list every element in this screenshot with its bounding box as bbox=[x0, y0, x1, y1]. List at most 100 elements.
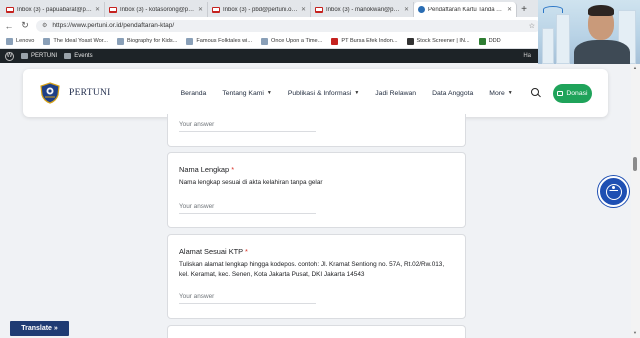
bookmark-item[interactable]: Lenovo bbox=[6, 37, 35, 45]
nav-data-anggota[interactable]: Data Anggota bbox=[432, 90, 473, 97]
wp-site-label: PERTUNI bbox=[31, 53, 58, 59]
nav-label: More bbox=[489, 89, 505, 97]
event-logo bbox=[541, 6, 565, 20]
wallet-icon bbox=[557, 90, 564, 96]
back-icon[interactable]: ← bbox=[4, 21, 14, 31]
bookmark-label: The Ideal Yoast Wor... bbox=[53, 38, 108, 44]
bookmark-item[interactable]: Biography for Kids... bbox=[117, 37, 177, 45]
wp-greeting[interactable]: Ha bbox=[523, 53, 531, 59]
bookmark-item[interactable]: Once Upon a Time... bbox=[261, 37, 323, 45]
bookmark-item[interactable]: The Ideal Yoast Wor... bbox=[43, 37, 108, 45]
tab-title: Inbox (3) - pbd@pertuni.or.id bbox=[223, 6, 298, 13]
close-icon[interactable]: ✕ bbox=[198, 6, 203, 13]
form-question-card bbox=[167, 325, 466, 338]
site-info-icon[interactable]: ⚙ bbox=[42, 22, 47, 29]
scrollbar-track[interactable] bbox=[631, 63, 640, 338]
answer-placeholder: Your answer bbox=[179, 203, 215, 210]
bookmark-star-icon[interactable]: ☆ bbox=[529, 22, 535, 30]
question-title: Nama Lengkap * bbox=[179, 165, 234, 174]
answer-input[interactable]: Your answer bbox=[179, 121, 316, 132]
alamat-input[interactable]: Your answer bbox=[179, 293, 316, 304]
site-icon bbox=[186, 37, 194, 45]
translate-button[interactable]: Translate » bbox=[10, 321, 69, 336]
site-icon bbox=[331, 37, 339, 45]
accessibility-icon bbox=[605, 183, 622, 200]
nama-lengkap-input[interactable]: Your answer bbox=[179, 203, 316, 214]
main-nav: Beranda Tentang Kami ▼ Publikasi & Inform… bbox=[181, 90, 513, 97]
close-icon[interactable]: ✕ bbox=[507, 6, 512, 13]
nav-more[interactable]: More ▼ bbox=[489, 90, 512, 97]
scroll-up-icon[interactable]: ▲ bbox=[633, 65, 637, 70]
accessibility-button[interactable] bbox=[598, 176, 629, 207]
gmail-icon bbox=[315, 6, 323, 13]
bookmark-item[interactable]: PT Bursa Efek Indon... bbox=[331, 37, 398, 45]
nav-label: Jadi Relawan bbox=[375, 89, 417, 97]
site-icon bbox=[43, 37, 51, 45]
wp-site-link[interactable]: PERTUNI bbox=[21, 53, 57, 59]
search-icon[interactable] bbox=[530, 88, 539, 98]
wp-events-label: Events bbox=[74, 53, 93, 59]
bookmark-label: Lenovo bbox=[16, 38, 35, 44]
close-icon[interactable]: ✕ bbox=[95, 6, 100, 13]
browser-tab[interactable]: Inbox (3) - papuabarat@pertu ✕ bbox=[2, 2, 105, 17]
nav-beranda[interactable]: Beranda bbox=[181, 90, 207, 97]
close-icon[interactable]: ✕ bbox=[404, 6, 409, 13]
site-icon bbox=[117, 37, 124, 45]
wp-events-link[interactable]: Events bbox=[64, 53, 93, 59]
site-icon bbox=[406, 37, 414, 45]
person-hair bbox=[588, 5, 614, 16]
scrollbar-thumb[interactable] bbox=[633, 157, 637, 171]
question-label: Alamat Sesuai KTP bbox=[179, 247, 243, 256]
home-icon bbox=[21, 53, 28, 59]
tab-title: Pendaftaran Kartu Tanda Angg bbox=[428, 6, 504, 13]
site-header: PERTUNI Beranda Tentang Kami ▼ Publikasi … bbox=[23, 69, 608, 117]
tab-title: Inbox (3) - papuabarat@pertu bbox=[17, 6, 92, 13]
background-building bbox=[542, 28, 554, 64]
nav-jadi-relawan[interactable]: Jadi Relawan bbox=[375, 90, 416, 97]
nav-tentang-kami[interactable]: Tentang Kami ▼ bbox=[222, 90, 272, 97]
webcam-overlay bbox=[538, 0, 640, 64]
scroll-down-icon[interactable]: ▼ bbox=[633, 330, 637, 335]
question-description: Tuliskan alamat lengkap hingga kodepos. … bbox=[179, 261, 445, 278]
new-tab-icon[interactable]: + bbox=[517, 2, 531, 17]
site-icon bbox=[478, 37, 486, 45]
brand[interactable]: PERTUNI bbox=[39, 82, 111, 104]
gmail-icon bbox=[109, 6, 117, 13]
nav-publikasi-informasi[interactable]: Publikasi & Informasi ▼ bbox=[288, 90, 359, 97]
chevron-down-icon: ▼ bbox=[507, 90, 513, 96]
donasi-label: Donasi bbox=[566, 89, 588, 97]
nav-label: Beranda bbox=[180, 89, 207, 97]
bookmark-item[interactable]: Famous Folktales wi... bbox=[186, 37, 252, 45]
bookmark-label: Stock Screener | IN... bbox=[416, 38, 470, 44]
wordpress-icon[interactable]: W bbox=[5, 51, 14, 61]
url-field[interactable]: ⚙ https://www.pertuni.or.id/pendaftaran-… bbox=[36, 19, 541, 32]
answer-placeholder: Your answer bbox=[179, 121, 215, 128]
question-label: Nama Lengkap bbox=[179, 165, 230, 174]
browser-tab[interactable]: Inbox (3) - manokwari@pertu ✕ bbox=[311, 2, 414, 17]
donasi-button[interactable]: Donasi bbox=[552, 83, 592, 103]
close-icon[interactable]: ✕ bbox=[301, 6, 306, 13]
event-logo-mark bbox=[543, 6, 563, 13]
bookmark-item[interactable]: Stock Screener | IN... bbox=[406, 37, 470, 45]
pertuni-logo-icon bbox=[39, 82, 61, 104]
form-question-card: Nama Lengkap * Nama lengkap sesuai di ak… bbox=[167, 152, 466, 228]
bookmark-item[interactable]: DDD bbox=[478, 37, 501, 45]
question-description: Nama lengkap sesuai di akta kelahiran ta… bbox=[179, 179, 323, 186]
bookmark-label: Once Upon a Time... bbox=[271, 38, 323, 44]
browser-tab-active[interactable]: Pendaftaran Kartu Tanda Angg ✕ bbox=[414, 2, 517, 17]
browser-tab[interactable]: Inbox (3) - kotasorong@pertu ✕ bbox=[105, 2, 208, 17]
reload-icon[interactable]: ↻ bbox=[20, 20, 30, 31]
question-title: Alamat Sesuai KTP * bbox=[179, 247, 248, 256]
url-text: https://www.pertuni.or.id/pendaftaran-kt… bbox=[52, 22, 175, 29]
browser-tab[interactable]: Inbox (3) - pbd@pertuni.or.id ✕ bbox=[208, 2, 311, 17]
form-question-card: Alamat Sesuai KTP * Tuliskan alamat leng… bbox=[167, 234, 466, 319]
tab-title: Inbox (3) - manokwari@pertu bbox=[326, 6, 401, 13]
calendar-icon bbox=[64, 53, 72, 59]
site-icon bbox=[261, 37, 269, 45]
nav-label: Tentang Kami bbox=[222, 89, 264, 97]
bookmark-label: PT Bursa Efek Indon... bbox=[341, 38, 398, 44]
required-marker: * bbox=[231, 165, 235, 174]
background-building bbox=[556, 14, 570, 64]
nav-label: Data Anggota bbox=[432, 89, 474, 97]
gmail-icon bbox=[6, 6, 14, 13]
